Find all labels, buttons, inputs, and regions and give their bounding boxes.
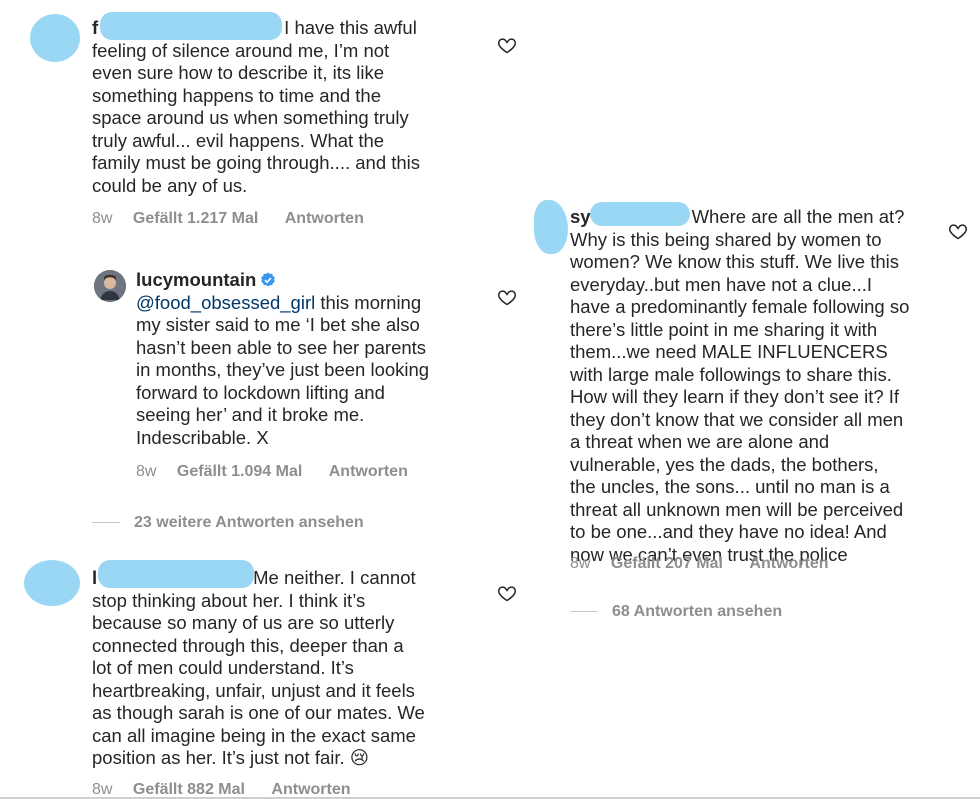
comment-3-text-line: stop thinking about her. I think it’s	[92, 589, 366, 611]
like-heart-icon[interactable]	[497, 35, 517, 55]
comment-2-text-line: seeing her’ and it broke me.	[136, 404, 365, 425]
divider-line	[92, 522, 120, 524]
redacted-avatar	[24, 560, 80, 606]
likes-count[interactable]: Gefällt 1.094 Mal	[177, 463, 302, 481]
comment-2-header: lucymountain	[136, 269, 496, 292]
comment-4-text-line: Where are all the men at?	[691, 206, 905, 227]
comment-age: 8w	[92, 210, 113, 227]
comment-4-meta: 8w Gefällt 207 Mal Antworten	[570, 555, 829, 573]
comment-1-text-line: truly awful... evil happens. What the	[92, 129, 385, 151]
comment-1-text-line: could be any of us.	[92, 174, 248, 196]
comment-4-text-line: everyday..but men have not a clue...I	[570, 273, 872, 295]
like-heart-icon[interactable]	[948, 221, 968, 241]
comment-4-text-line: them...we need MALE INFLUENCERS	[570, 341, 888, 362]
like-heart-icon[interactable]	[497, 287, 517, 307]
comment-4-text-line: have a predominantly female following so	[570, 296, 910, 317]
comment-2-text-line: in months, they’ve just been looking	[136, 359, 430, 380]
comment-4-text-line: How will they learn if they don’t see it…	[570, 386, 900, 407]
comment-4-text-line: with large male followings to share this…	[570, 363, 892, 385]
comment-1-text-line: I have this awful	[284, 17, 417, 38]
redacted-avatar	[534, 200, 568, 254]
comment-3-text-line: connected through this, deeper than a	[92, 634, 404, 656]
comment-4-text-line: vulnerable, yes the dads, the bothers,	[570, 453, 879, 475]
comment-3: l Me neither. I cannot stop thinking abou…	[92, 567, 492, 770]
comment-1-text-line: even sure how to describe it, its like	[92, 62, 385, 83]
comment-3-text-line: Me neither. I cannot	[253, 567, 416, 588]
like-heart-icon[interactable]	[497, 583, 517, 603]
comment-2-username[interactable]: lucymountain	[136, 269, 256, 290]
comment-age: 8w	[136, 463, 157, 480]
likes-count[interactable]: Gefällt 1.217 Mal	[133, 210, 258, 228]
redacted-avatar	[30, 14, 80, 62]
comment-2-meta: 8w Gefällt 1.094 Mal Antworten	[136, 463, 408, 481]
comment-2-text-line: my sister said to me ‘I bet she also	[136, 314, 420, 335]
verified-badge-icon	[260, 271, 276, 287]
comment-4-text-line: Why is this being shared by women to	[570, 228, 882, 250]
comment-3-text-line: heartbreaking, unfair, unjust and it fee…	[92, 679, 415, 701]
comment-1-username[interactable]: f	[92, 17, 98, 38]
comment-4-text-line: to be one...and they have no idea! And	[570, 521, 887, 542]
likes-count[interactable]: Gefällt 207 Mal	[611, 555, 723, 573]
reply-button[interactable]: Antworten	[285, 210, 364, 228]
comment-1-text-line: something happens to time and the	[92, 84, 381, 106]
view-more-replies-button[interactable]: 68 Antworten ansehen	[570, 603, 782, 621]
comment-3-text-line: can all imagine being in the exact same	[92, 724, 416, 746]
comment-2-text-line: hasn’t been able to see her parents	[136, 336, 427, 358]
divider-line	[570, 611, 598, 613]
comment-1-text-line: family must be going through.... and thi…	[92, 152, 421, 173]
avatar[interactable]	[94, 270, 126, 302]
comment-2-text-line: forward to lockdown lifting and	[136, 381, 385, 403]
redacted-username	[100, 12, 282, 40]
comment-2-line-1: @food_obsessed_girl this morning	[136, 292, 496, 315]
reply-button[interactable]: Antworten	[329, 463, 408, 481]
comment-2-text-line: Indescribable. X	[136, 426, 269, 448]
comment-2-text-line: this morning	[315, 291, 422, 313]
comment-2: lucymountain @food_obsessed_girl this mo…	[136, 269, 496, 449]
redacted-username	[590, 202, 690, 226]
comment-1-meta: 8w Gefällt 1.217 Mal Antworten	[92, 210, 364, 228]
comment-4-text-line: there’s little point in me sharing it wi…	[570, 318, 878, 340]
mention-link[interactable]: @food_obsessed_girl	[136, 292, 315, 313]
comment-age: 8w	[570, 555, 591, 572]
comment-4-username[interactable]: sy	[570, 206, 591, 227]
comment-4-text-line: they don’t know that we consider all men	[570, 408, 904, 430]
comment-4-text-line: a threat when we are alone and	[570, 431, 830, 452]
comment-3-text-line: lot of men could understand. It’s	[92, 657, 354, 678]
comment-1: f I have this awful feeling of silence ar…	[92, 17, 492, 197]
profile-photo-icon	[94, 270, 126, 302]
reply-button[interactable]: Antworten	[749, 555, 828, 573]
comment-3-username[interactable]: l	[92, 567, 97, 588]
comment-3-text-line: as though sarah is one of our mates. We	[92, 702, 425, 723]
comment-3-text-line: position as her. It’s just not fair. 😢	[92, 747, 370, 768]
more-replies-label: 68 Antworten ansehen	[612, 603, 783, 620]
comment-4-text-line: women? We know this stuff. We live this	[570, 251, 900, 272]
comment-1-text-line: feeling of silence around me, I’m not	[92, 39, 390, 61]
comment-4-text-line: threat all unknown men will be perceived	[570, 498, 904, 520]
redacted-username	[98, 560, 254, 588]
comment-1-text-line: space around us when something truly	[92, 107, 409, 128]
comment-4: sy Where are all the men at? Why is this …	[570, 206, 940, 566]
view-more-replies-button[interactable]: 23 weitere Antworten ansehen	[92, 514, 364, 532]
more-replies-label: 23 weitere Antworten ansehen	[134, 514, 364, 531]
comment-3-text-line: because so many of us are so utterly	[92, 612, 395, 633]
comment-4-text-line: the uncles, the sons... until no man is …	[570, 476, 890, 497]
